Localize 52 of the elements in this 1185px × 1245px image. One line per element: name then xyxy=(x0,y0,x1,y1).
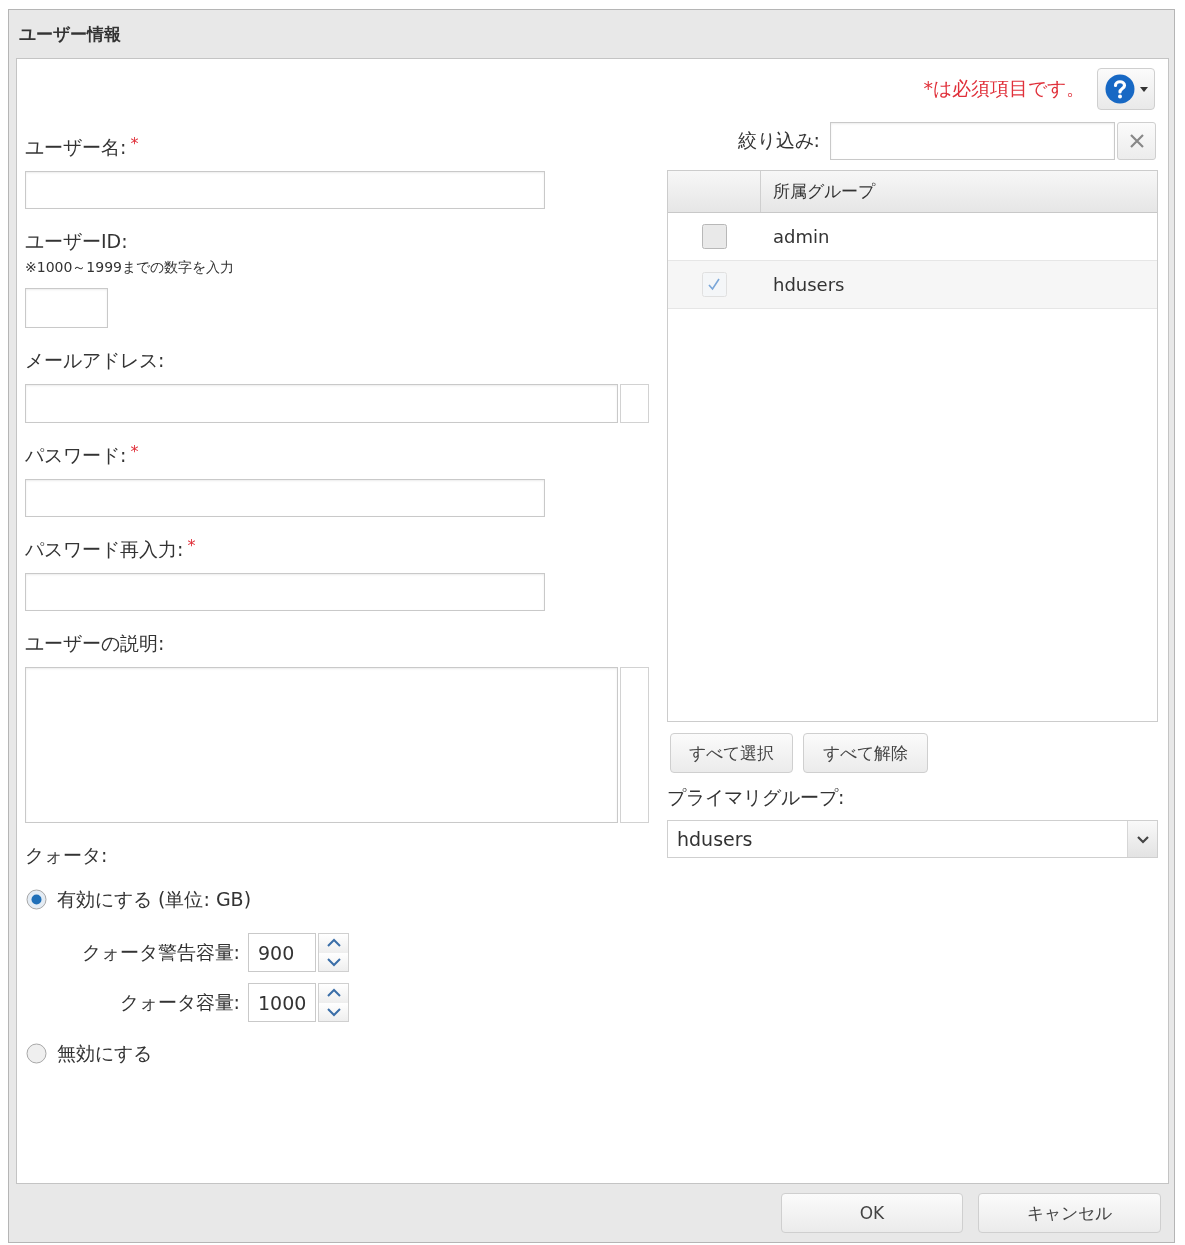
field-label: クォータ警告容量: xyxy=(81,939,240,965)
field-label: ユーザーID: xyxy=(25,229,128,253)
column-header[interactable]: 所属グループ xyxy=(761,171,1157,212)
table-row[interactable]: hdusers xyxy=(668,261,1157,309)
input-field[interactable] xyxy=(25,479,545,517)
checkbox[interactable] xyxy=(702,224,727,249)
filter-field[interactable] xyxy=(830,122,1115,160)
field-label: ユーザーの説明: xyxy=(25,631,165,655)
required-mark: * xyxy=(187,537,196,555)
radio-label[interactable]: 無効にする xyxy=(57,1041,152,1065)
field-label: メールアドレス: xyxy=(25,348,165,372)
deselect-all-button[interactable]: すべて解除 xyxy=(803,733,928,773)
field-label: クォータ容量: xyxy=(119,989,240,1015)
window-title: ユーザー情報 xyxy=(19,22,121,46)
radio-button[interactable] xyxy=(26,1042,47,1064)
required-mark: * xyxy=(130,135,139,153)
cancel-button[interactable]: キャンセル xyxy=(978,1193,1161,1233)
chevron-up-icon xyxy=(325,988,342,999)
field-label: パスワード: xyxy=(25,443,127,467)
input-field[interactable] xyxy=(25,573,545,611)
field-label: プライマリグループ: xyxy=(667,785,845,809)
field-side-segment xyxy=(620,384,649,423)
field-label: ユーザー名: xyxy=(25,135,127,159)
chevron-down-icon xyxy=(325,956,342,967)
number-field[interactable]: 900 xyxy=(248,933,316,972)
input-field[interactable] xyxy=(25,288,108,328)
table-cell: hdusers xyxy=(773,274,845,295)
dropdown[interactable]: hdusers xyxy=(667,820,1158,858)
input-field[interactable] xyxy=(25,384,618,423)
required-note: *は必須項目です。 xyxy=(923,76,1085,101)
table-cell: admin xyxy=(773,226,830,247)
field-hint: ※1000～1999までの数字を入力 xyxy=(25,258,234,276)
checkbox[interactable] xyxy=(702,272,727,297)
select-all-button[interactable]: すべて選択 xyxy=(670,733,793,773)
chevron-down-icon xyxy=(325,1006,342,1017)
close-icon xyxy=(1128,133,1145,149)
filter-label: 絞り込み: xyxy=(737,128,820,153)
caret-icon xyxy=(1139,86,1148,92)
ok-button[interactable]: OK xyxy=(781,1193,963,1233)
help-icon xyxy=(1104,74,1135,104)
chevron-up-icon xyxy=(325,938,342,949)
number-field[interactable]: 1000 xyxy=(248,983,316,1022)
help-button[interactable] xyxy=(1097,68,1155,110)
field-label: パスワード再入力: xyxy=(25,537,184,561)
radio-button[interactable] xyxy=(26,888,47,910)
chevron-down-icon xyxy=(1135,834,1150,844)
radio-label[interactable]: 有効にする (単位: GB) xyxy=(57,887,252,911)
text-area[interactable] xyxy=(25,667,618,823)
field-label: クォータ: xyxy=(25,843,108,867)
required-mark: * xyxy=(130,443,139,461)
clear-button[interactable] xyxy=(1117,122,1156,160)
input-field[interactable] xyxy=(25,171,545,209)
